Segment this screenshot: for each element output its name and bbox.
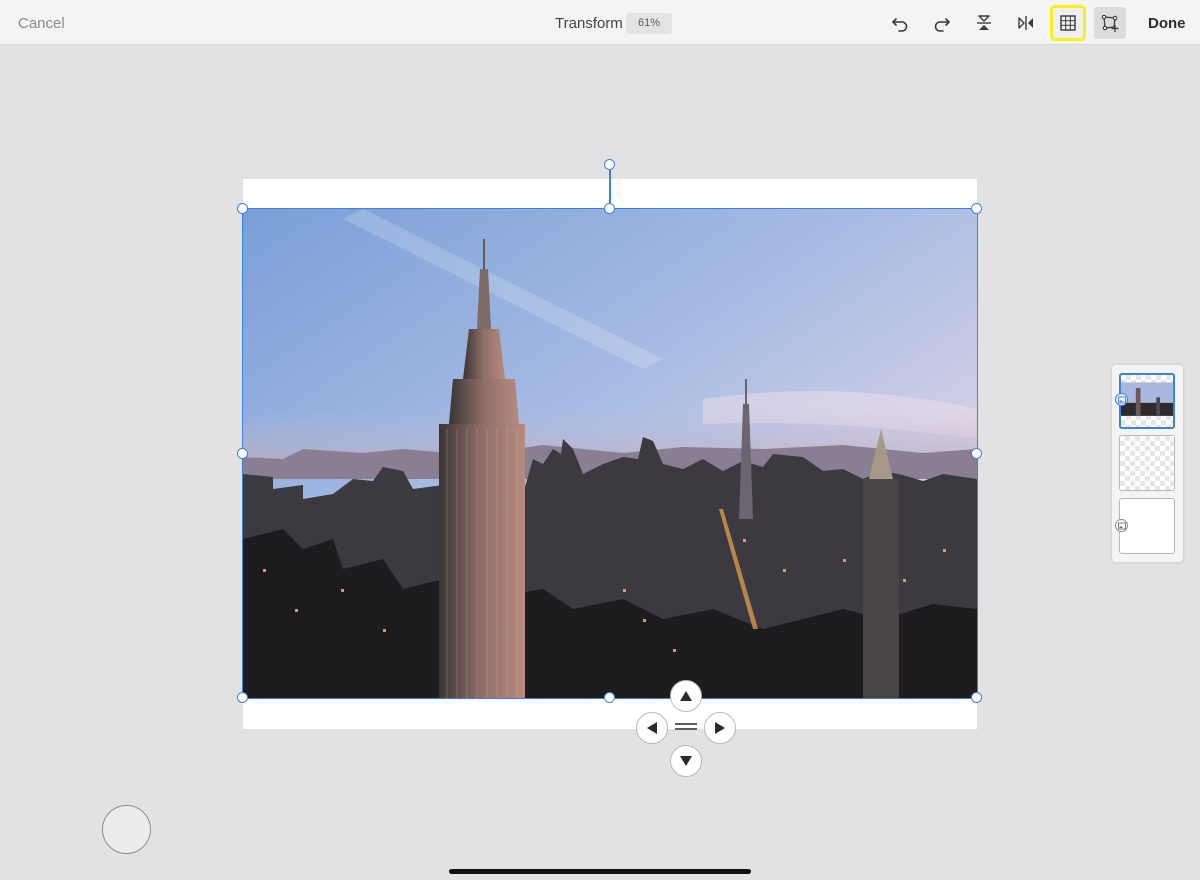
free-transform-icon <box>1101 14 1119 32</box>
touch-shortcut-button[interactable] <box>102 805 151 854</box>
handle-top-left[interactable] <box>237 203 248 214</box>
arrow-left-icon <box>647 722 657 734</box>
arrow-right-icon <box>715 722 725 734</box>
layer-image-badge <box>1115 393 1128 406</box>
grid-button[interactable] <box>1050 5 1086 41</box>
redo-icon <box>934 18 950 32</box>
handle-bottom-right[interactable] <box>971 692 982 703</box>
flip-vertical-icon <box>977 15 991 30</box>
page-title: Transform <box>555 15 623 32</box>
arrow-down-icon <box>680 756 692 766</box>
flip-horizontal-button[interactable] <box>1010 7 1042 39</box>
nudge-up-button[interactable] <box>670 680 702 712</box>
handle-middle-left[interactable] <box>237 448 248 459</box>
flip-horizontal-icon <box>1018 16 1033 30</box>
home-indicator[interactable] <box>449 869 751 874</box>
layer-background-badge <box>1115 519 1128 532</box>
flip-vertical-button[interactable] <box>968 7 1000 39</box>
handle-bottom-center[interactable] <box>604 692 615 703</box>
handle-middle-right[interactable] <box>971 448 982 459</box>
image-icon <box>1117 522 1126 529</box>
handle-top-center[interactable] <box>604 203 615 214</box>
undo-button[interactable] <box>884 7 916 39</box>
layer-image-preview <box>1121 382 1173 416</box>
layer-thumbnail-empty[interactable] <box>1119 435 1175 491</box>
done-button[interactable]: Done <box>1148 15 1186 32</box>
cancel-button[interactable]: Cancel <box>18 15 65 32</box>
city-skyline-image <box>243 209 977 698</box>
handle-bottom-left[interactable] <box>237 692 248 703</box>
nudge-left-button[interactable] <box>636 712 668 744</box>
nudge-down-button[interactable] <box>670 745 702 777</box>
skyline-photo[interactable] <box>243 209 977 698</box>
nudge-right-button[interactable] <box>704 712 736 744</box>
image-icon <box>1117 396 1126 403</box>
nudge-drag-grip[interactable] <box>675 723 697 733</box>
handle-top-right[interactable] <box>971 203 982 214</box>
redo-button[interactable] <box>926 7 958 39</box>
undo-icon <box>892 18 908 32</box>
rotate-handle[interactable] <box>604 159 615 170</box>
zoom-level-badge[interactable]: 61% <box>626 13 672 34</box>
arrow-up-icon <box>680 691 692 701</box>
free-transform-button[interactable] <box>1094 7 1126 39</box>
grid-icon <box>1060 15 1076 31</box>
top-toolbar: Cancel Transform 61% Done <box>0 0 1200 45</box>
